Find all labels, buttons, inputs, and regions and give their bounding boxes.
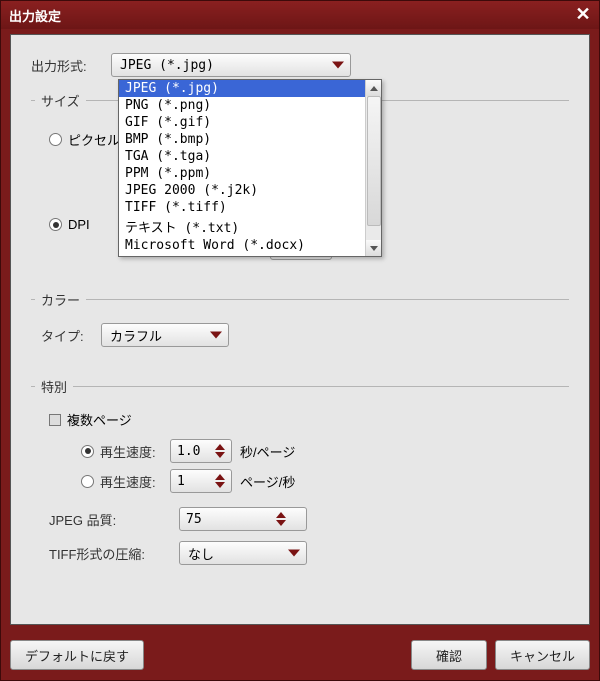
playspeed-2-input[interactable] <box>171 474 215 489</box>
radio-dpi-label: DPI <box>68 217 90 232</box>
scroll-thumb[interactable] <box>367 96 381 226</box>
playspeed-2-spinner[interactable] <box>170 469 232 493</box>
chevron-down-icon <box>288 550 300 557</box>
scrollbar[interactable] <box>365 80 381 256</box>
close-icon[interactable]: ✕ <box>573 5 593 25</box>
chevron-down-icon <box>215 482 225 488</box>
chevron-down-icon <box>276 520 286 526</box>
chevron-down-icon <box>370 246 378 251</box>
ok-label: 確認 <box>436 646 462 665</box>
jpeg-quality-input[interactable] <box>180 512 276 527</box>
format-option[interactable]: GIF (*.gif) <box>119 114 381 131</box>
radio-pixel-label: ピクセル <box>68 130 120 149</box>
spinner-arrows[interactable] <box>215 474 231 488</box>
restore-defaults-label: デフォルトに戻す <box>25 646 129 665</box>
tiff-compress-select[interactable]: なし <box>179 541 307 565</box>
tiff-compress-value: なし <box>188 544 214 563</box>
output-format-select[interactable]: JPEG (*.jpg) <box>111 53 351 77</box>
chevron-down-icon <box>210 332 222 339</box>
scroll-up-button[interactable] <box>366 80 381 96</box>
color-type-row: タイプ: カラフル <box>41 323 569 347</box>
chevron-up-icon <box>215 444 225 450</box>
chevron-up-icon <box>215 474 225 480</box>
playspeed-2-row[interactable]: 再生速度: ページ/秒 <box>81 469 569 493</box>
color-legend: カラー <box>35 290 86 309</box>
playspeed-2-label: 再生速度: <box>100 472 170 491</box>
jpeg-quality-spinner[interactable] <box>179 507 307 531</box>
output-format-selected: JPEG (*.jpg) <box>120 58 214 73</box>
tiff-compress-row: TIFF形式の圧縮: なし <box>49 541 569 565</box>
checkbox-icon <box>49 414 61 426</box>
spinner-arrows[interactable] <box>276 512 292 526</box>
output-format-dropdown[interactable]: JPEG (*.jpg)PNG (*.png)GIF (*.gif)BMP (*… <box>118 79 382 257</box>
format-option[interactable]: BMP (*.bmp) <box>119 131 381 148</box>
format-option[interactable]: PPM (*.ppm) <box>119 165 381 182</box>
dialog-title: 出力設定 <box>9 6 61 25</box>
playspeed-1-spinner[interactable] <box>170 439 232 463</box>
playspeed-1-unit: 秒/ページ <box>240 442 295 461</box>
jpeg-quality-label: JPEG 品質: <box>49 510 179 529</box>
special-legend: 特別 <box>35 377 73 396</box>
special-group: 特別 複数ページ 再生速度: 秒/ページ 再生速度: <box>31 377 569 581</box>
format-option[interactable]: JPEG (*.jpg) <box>119 80 381 97</box>
output-format-row: 出力形式: JPEG (*.jpg) <box>31 53 569 77</box>
output-format-label: 出力形式: <box>31 56 111 75</box>
format-option[interactable]: TIFF (*.tiff) <box>119 199 381 216</box>
cancel-label: キャンセル <box>510 646 575 665</box>
output-settings-dialog: 出力設定 ✕ 出力形式: JPEG (*.jpg) サイズ ピクセル DPI <box>0 0 600 681</box>
size-legend: サイズ <box>35 91 86 110</box>
titlebar: 出力設定 ✕ <box>1 1 599 29</box>
radio-icon <box>81 475 94 488</box>
tiff-compress-label: TIFF形式の圧縮: <box>49 544 179 563</box>
jpeg-quality-row: JPEG 品質: <box>49 507 569 531</box>
format-option[interactable]: テキスト (*.txt) <box>119 216 381 237</box>
color-group: カラー タイプ: カラフル <box>31 290 569 363</box>
format-option[interactable]: PNG (*.png) <box>119 97 381 114</box>
cancel-button[interactable]: キャンセル <box>495 640 590 670</box>
dialog-footer: デフォルトに戻す 確認 キャンセル <box>10 640 590 670</box>
playspeed-1-label: 再生速度: <box>100 442 170 461</box>
radio-icon <box>49 218 62 231</box>
chevron-up-icon <box>276 512 286 518</box>
chevron-down-icon <box>332 62 344 69</box>
chevron-up-icon <box>370 86 378 91</box>
radio-icon <box>81 445 94 458</box>
multipage-label: 複数ページ <box>67 410 132 429</box>
color-type-label: タイプ: <box>41 326 101 345</box>
chevron-down-icon <box>215 452 225 458</box>
multipage-row[interactable]: 複数ページ <box>49 410 569 429</box>
playspeed-1-input[interactable] <box>171 444 215 459</box>
format-option[interactable]: Microsoft Word (*.docx) <box>119 237 381 254</box>
format-option[interactable]: リッチテキスト形式 (*.rtf) <box>119 254 381 257</box>
color-type-value: カラフル <box>110 326 162 345</box>
ok-button[interactable]: 確認 <box>411 640 487 670</box>
restore-defaults-button[interactable]: デフォルトに戻す <box>10 640 144 670</box>
playspeed-1-row[interactable]: 再生速度: 秒/ページ <box>81 439 569 463</box>
playspeed-2-unit: ページ/秒 <box>240 472 295 491</box>
color-type-select[interactable]: カラフル <box>101 323 229 347</box>
format-option[interactable]: JPEG 2000 (*.j2k) <box>119 182 381 199</box>
spinner-arrows[interactable] <box>215 444 231 458</box>
format-option[interactable]: TGA (*.tga) <box>119 148 381 165</box>
radio-icon <box>49 133 62 146</box>
scroll-down-button[interactable] <box>366 240 381 256</box>
